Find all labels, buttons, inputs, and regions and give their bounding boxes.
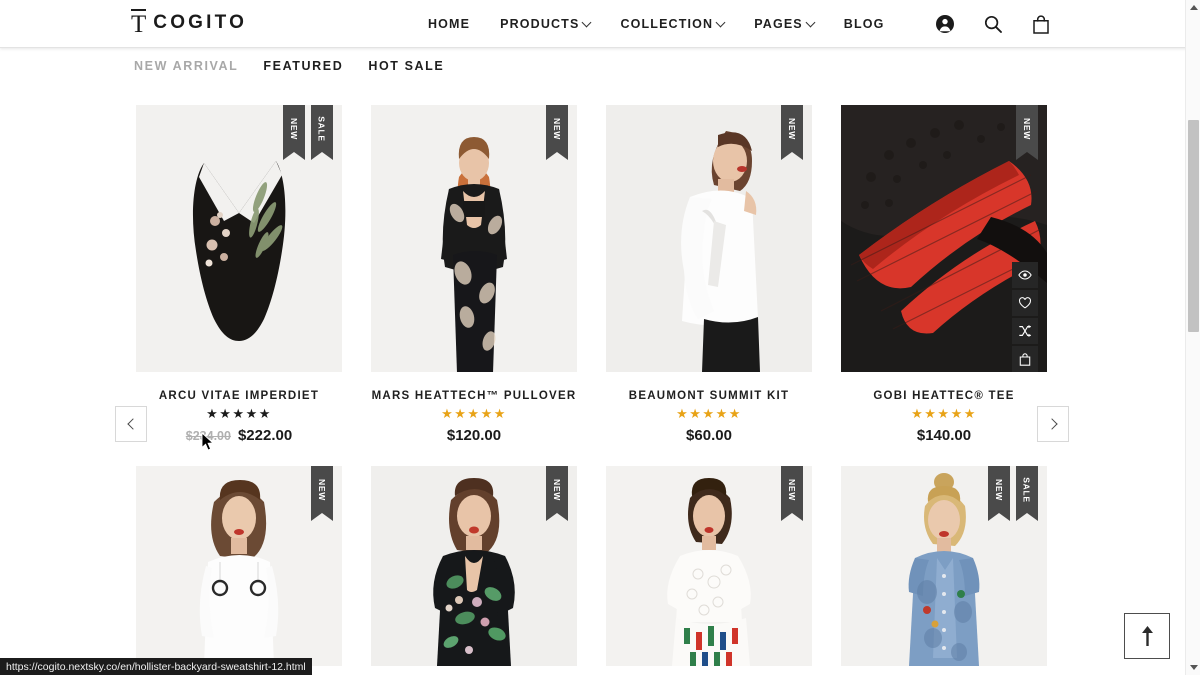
nav-item-blog[interactable]: BLOG — [829, 0, 900, 48]
nav-item-collection-label: COLLECTION — [620, 17, 714, 31]
header-icon-group — [934, 0, 1052, 48]
product-card[interactable]: NEW — [371, 466, 577, 666]
product-grid: NEW SALE ARCU VITAE IMPERDIET ★★★★★ $234… — [136, 105, 1047, 666]
product-price: $222.00 — [237, 427, 293, 444]
badge-new: NEW — [311, 466, 333, 521]
tab-new-arrival[interactable]: NEW ARRIVAL — [134, 59, 263, 73]
product-title[interactable]: ARCU VITAE IMPERDIET — [136, 390, 342, 402]
product-image[interactable]: NEW SALE — [136, 105, 342, 372]
product-hover-actions — [1012, 262, 1038, 372]
logo-mark-icon: T — [131, 9, 147, 38]
product-card[interactable]: NEW SALE ARCU VITAE IMPERDIET ★★★★★ $234… — [136, 105, 342, 444]
product-card[interactable]: NEW — [841, 105, 1047, 444]
product-badges: NEW — [781, 105, 803, 160]
account-icon[interactable] — [934, 13, 956, 35]
page-scrollbar[interactable] — [1185, 0, 1200, 675]
product-card[interactable]: NEW BEAUMONT SUMMIT KIT ★★★★★ $60.00 — [606, 105, 812, 444]
tab-hot-sale[interactable]: HOT SALE — [368, 59, 469, 73]
carousel-next-button[interactable] — [1037, 406, 1069, 442]
product-image[interactable]: NEW — [371, 105, 577, 372]
triangle-up-icon — [1189, 5, 1198, 10]
product-image[interactable]: NEW — [371, 466, 577, 666]
scrollbar-down-arrow[interactable] — [1186, 660, 1200, 675]
chevron-down-icon — [715, 17, 726, 28]
product-rating-stars: ★★★★★ — [911, 406, 977, 421]
product-price: $120.00 — [446, 427, 502, 444]
site-logo[interactable]: T COGITO — [131, 9, 247, 37]
product-rating-stars: ★★★★★ — [441, 406, 507, 421]
nav-item-pages[interactable]: PAGES — [739, 0, 829, 48]
product-image[interactable]: NEW — [606, 105, 812, 372]
product-badges: NEW — [546, 466, 568, 521]
quick-view-icon[interactable] — [1012, 262, 1038, 288]
product-price-block: $60.00 — [606, 427, 812, 444]
nav-item-home[interactable]: HOME — [428, 0, 485, 48]
tab-featured[interactable]: FEATURED — [263, 59, 368, 73]
back-to-top-button[interactable] — [1124, 613, 1170, 659]
product-price-block: $120.00 — [371, 427, 577, 444]
product-image[interactable]: NEW SALE — [841, 466, 1047, 666]
carousel-prev-button[interactable] — [115, 406, 147, 442]
product-title[interactable]: BEAUMONT SUMMIT KIT — [606, 390, 812, 402]
wishlist-heart-icon[interactable] — [1012, 290, 1038, 316]
add-to-cart-bag-icon[interactable] — [1012, 346, 1038, 372]
product-title[interactable]: MARS HEATTECH™ PULLOVER — [371, 390, 577, 402]
product-badges: NEW — [546, 105, 568, 160]
chevron-down-icon — [805, 17, 816, 28]
product-rating-stars: ★★★★★ — [206, 406, 272, 421]
badge-sale: SALE — [311, 105, 333, 160]
chevron-down-icon — [582, 17, 592, 28]
nav-item-collection[interactable]: COLLECTION — [605, 0, 739, 48]
product-price: $60.00 — [686, 427, 732, 444]
nav-item-products-label: PRODUCTS — [500, 17, 580, 31]
product-image[interactable]: NEW — [136, 466, 342, 666]
main-navigation: HOME PRODUCTS COLLECTION PAGES BLOG — [428, 0, 900, 48]
badge-new: NEW — [1016, 105, 1038, 160]
site-header: T COGITO HOME PRODUCTS COLLECTION PAGES … — [0, 0, 1200, 48]
product-title[interactable]: GOBI HEATTEC® TEE — [841, 390, 1047, 402]
scrollbar-up-arrow[interactable] — [1186, 0, 1200, 15]
product-card[interactable]: NEW — [136, 466, 342, 666]
product-badges: NEW SALE — [988, 466, 1038, 521]
badge-new: NEW — [781, 105, 803, 160]
badge-sale: SALE — [1016, 466, 1038, 521]
product-row-1: NEW SALE ARCU VITAE IMPERDIET ★★★★★ $234… — [136, 105, 1047, 444]
scrollbar-thumb[interactable] — [1188, 120, 1199, 332]
badge-new: NEW — [988, 466, 1010, 521]
compare-shuffle-icon[interactable] — [1012, 318, 1038, 344]
product-badges: NEW SALE — [283, 105, 333, 160]
product-card[interactable]: NEW — [606, 466, 812, 666]
collection-tabs: NEW ARRIVAL FEATURED HOT SALE — [134, 59, 469, 73]
browser-status-bar: https://cogito.nextsky.co/en/hollister-b… — [0, 658, 312, 675]
badge-new: NEW — [546, 105, 568, 160]
nav-item-products[interactable]: PRODUCTS — [485, 0, 605, 48]
nav-item-blog-label: BLOG — [843, 17, 885, 31]
chevron-right-icon — [1045, 418, 1058, 430]
product-rating-stars: ★★★★★ — [676, 406, 742, 421]
cart-icon[interactable] — [1030, 13, 1052, 35]
nav-item-home-label: HOME — [428, 17, 471, 31]
nav-item-pages-label: PAGES — [754, 17, 803, 31]
badge-new: NEW — [283, 105, 305, 160]
product-price: $140.00 — [916, 427, 972, 444]
product-row-2: NEW NEW NEW NEW SALE — [136, 466, 1047, 666]
product-price-block: $234.00 $222.00 — [136, 427, 342, 444]
product-badges: NEW — [311, 466, 333, 521]
product-card[interactable]: NEW SALE — [841, 466, 1047, 666]
browser-viewport: T COGITO HOME PRODUCTS COLLECTION PAGES … — [0, 0, 1200, 675]
product-image[interactable]: NEW — [606, 466, 812, 666]
triangle-down-icon — [1189, 665, 1198, 670]
arrow-up-icon — [1141, 626, 1153, 646]
product-badges: NEW — [781, 466, 803, 521]
chevron-left-icon — [126, 418, 139, 430]
product-image[interactable]: NEW — [841, 105, 1047, 372]
product-old-price: $234.00 — [185, 429, 231, 443]
product-card[interactable]: NEW MARS HEATTECH™ PULLOVER ★★★★★ $120.0… — [371, 105, 577, 444]
search-icon[interactable] — [982, 13, 1004, 35]
logo-wordmark: COGITO — [153, 12, 248, 33]
badge-new: NEW — [781, 466, 803, 521]
product-price-block: $140.00 — [841, 427, 1047, 444]
product-badges: NEW — [1016, 105, 1038, 160]
badge-new: NEW — [546, 466, 568, 521]
